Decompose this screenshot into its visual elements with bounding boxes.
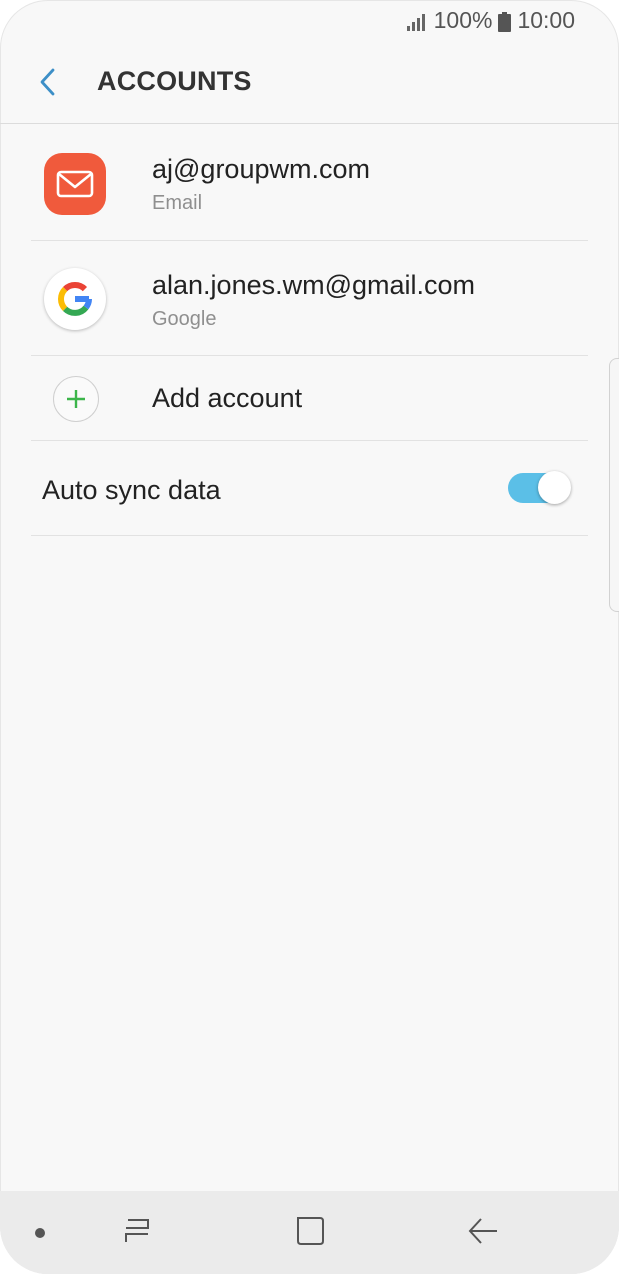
page-title: ACCOUNTS <box>97 66 252 96</box>
status-indicators: 100% 10:00 <box>406 7 575 34</box>
google-icon <box>44 268 106 330</box>
account-type: Email <box>152 192 203 214</box>
back-nav-button[interactable] <box>463 1213 503 1253</box>
battery-icon <box>498 11 512 32</box>
toggle-thumb <box>538 471 571 504</box>
home-button[interactable] <box>290 1213 330 1253</box>
divider <box>31 535 588 536</box>
home-icon <box>294 1215 326 1252</box>
recent-apps-button[interactable] <box>117 1213 157 1253</box>
account-type: Google <box>152 308 217 330</box>
add-account-row[interactable]: Add account <box>0 356 619 440</box>
account-row-email[interactable]: aj@groupwm.com Email <box>0 124 619 240</box>
plus-icon <box>53 376 99 422</box>
chevron-left-icon <box>38 67 58 102</box>
phone-screen: 100% 10:00 ACCOUNTS aj@groupwm.com Email… <box>0 0 619 1274</box>
nav-dot-indicator[interactable] <box>35 1228 45 1238</box>
account-address: aj@groupwm.com <box>152 154 370 184</box>
email-app-icon <box>44 153 106 215</box>
recent-apps-icon <box>120 1216 154 1251</box>
add-account-label: Add account <box>152 383 303 413</box>
status-bar: 100% 10:00 <box>0 0 619 44</box>
signal-icon <box>406 11 428 31</box>
back-button[interactable] <box>28 62 68 106</box>
app-header: ACCOUNTS <box>0 44 619 124</box>
edge-panel-handle[interactable] <box>609 358 619 612</box>
clock: 10:00 <box>517 7 575 33</box>
back-icon <box>467 1216 499 1251</box>
auto-sync-label: Auto sync data <box>42 475 221 505</box>
navigation-bar <box>0 1191 619 1274</box>
auto-sync-toggle[interactable] <box>508 471 572 505</box>
account-row-google[interactable]: alan.jones.wm@gmail.com Google <box>0 241 619 355</box>
battery-percent: 100% <box>433 7 493 33</box>
auto-sync-row[interactable]: Auto sync data <box>0 441 619 535</box>
account-address: alan.jones.wm@gmail.com <box>152 270 476 300</box>
